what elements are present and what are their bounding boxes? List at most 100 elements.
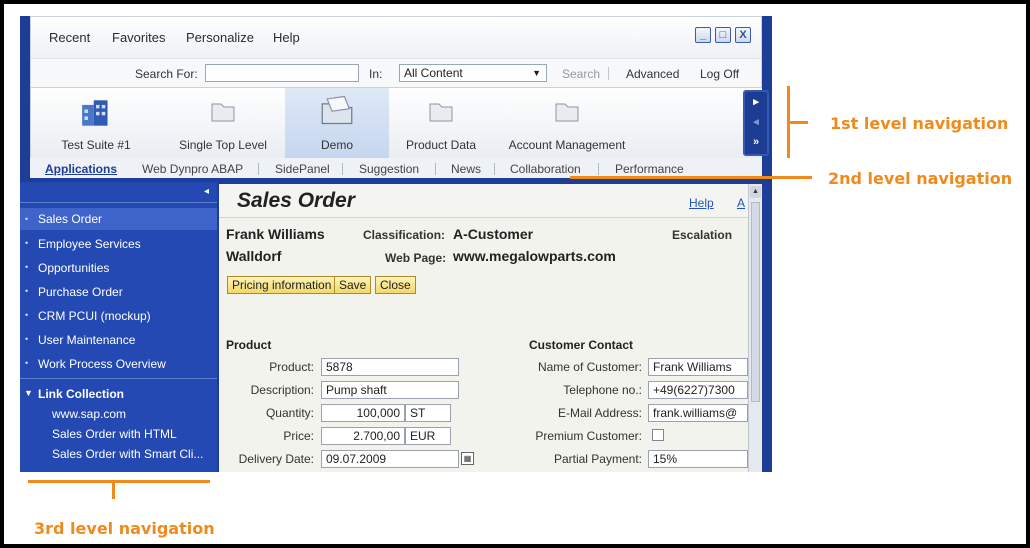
first-level-pointer [790,121,808,124]
collapse-nav-icon[interactable]: ◂ [204,186,209,197]
partial-payment-field[interactable]: 15% [648,450,748,468]
sidebar-item-purchase-order[interactable]: Purchase Order [25,285,123,299]
search-input[interactable] [205,64,359,82]
link-sales-order-html[interactable]: Sales Order with HTML [52,427,177,441]
partial-payment-label: Partial Payment: [553,452,642,466]
premium-customer-checkbox[interactable] [652,429,664,441]
third-level-bracket [28,480,210,483]
scrollbar-thumb[interactable] [751,202,760,402]
link-sap-com[interactable]: www.sap.com [52,407,126,421]
price-field[interactable]: 2.700,00 [321,427,405,445]
portal-window: Recent Favorites Personalize Help _ □ X … [20,16,772,472]
tab-suggestion[interactable]: Suggestion [359,162,419,176]
maximize-icon[interactable]: □ [715,27,731,43]
minimize-icon[interactable]: _ [695,27,711,43]
sidebar-item-employee-services[interactable]: Employee Services [25,237,141,251]
open-folder-icon [321,95,353,125]
customer-name-field[interactable]: Frank Williams [648,358,748,376]
close-icon[interactable]: X [735,27,751,43]
quantity-field[interactable]: 100,000 [321,404,405,422]
scroll-prev-icon[interactable]: ◂ [745,112,767,132]
logoff-link[interactable]: Log Off [700,67,739,81]
sidebar-item-crm-pcui[interactable]: CRM PCUI (mockup) [25,309,151,323]
search-label: Search For: [135,67,198,81]
tab-applications[interactable]: Applications [45,162,117,176]
search-link[interactable]: Search [562,67,600,81]
page-header: Sales Order Help A [219,184,748,218]
description-field[interactable]: Pump shaft [321,381,459,399]
tab-test-suite[interactable]: Test Suite #1 [31,88,161,158]
sidebar-item-user-maintenance[interactable]: User Maintenance [25,333,135,347]
third-level-pointer [112,482,115,499]
menu-help[interactable]: Help [273,30,300,45]
scroll-next-icon[interactable]: ▸ [745,92,767,112]
classification-label: Classification: [363,228,446,242]
third-level-navigation: ◂ Sales Order Employee Services Opportun… [20,182,217,472]
tab-account-management[interactable]: Account Management [493,88,641,158]
telephone-label: Telephone no.: [563,383,642,397]
tab-news[interactable]: News [451,162,481,176]
second-level-pointer [570,176,812,179]
delivery-date-field[interactable]: 09.07.2009 [321,450,459,468]
first-level-scroll-controls: ▸ ◂ » [743,90,769,156]
scroll-up-icon[interactable]: ▲ [750,186,761,198]
tab-product-data[interactable]: Product Data [389,88,493,158]
sidebar-item-sales-order[interactable]: Sales Order [20,208,217,230]
tab-performance[interactable]: Performance [615,162,684,176]
tab-single-top-level[interactable]: Single Top Level [161,88,285,158]
email-label: E-Mail Address: [557,406,642,420]
menu-recent[interactable]: Recent [49,30,90,45]
chevron-down-icon: ▼ [532,68,541,78]
sales-order-content: Sales Order Help A Frank Williams Walldo… [219,184,748,472]
product-field[interactable]: 5878 [321,358,459,376]
calendar-icon[interactable]: ▦ [461,452,474,465]
save-button[interactable]: Save [334,276,372,294]
first-level-annotation: 1st level navigation [830,114,1009,133]
page-title: Sales Order [237,189,355,212]
pricing-information-button[interactable]: Pricing information [227,276,337,294]
tab-label: Product Data [405,138,477,152]
divider [20,378,217,379]
customer-name: Frank Williams [226,226,325,242]
tab-sidepanel[interactable]: SidePanel [275,162,330,176]
third-level-annotation: 3rd level navigation [34,519,215,538]
tab-demo[interactable]: Demo [285,88,389,158]
currency-field[interactable]: EUR [405,427,451,445]
divider [608,67,609,80]
menu-bar: Recent Favorites Personalize Help _ □ X [30,16,762,58]
webpage-value[interactable]: www.megalowparts.com [453,248,616,264]
divider [258,163,259,175]
more-tabs-icon[interactable]: » [745,132,767,152]
help-link[interactable]: Help [689,196,714,210]
tab-web-dynpro-abap[interactable]: Web Dynpro ABAP [142,162,243,176]
help-link-a[interactable]: A [737,196,745,210]
menu-favorites[interactable]: Favorites [112,30,165,45]
webpage-label: Web Page: [385,251,447,265]
product-section-title: Product [226,338,272,352]
close-button[interactable]: Close [375,276,416,294]
customer-city: Walldorf [226,248,282,264]
email-field[interactable]: frank.williams@ [648,404,748,422]
screenshot-canvas: Recent Favorites Personalize Help _ □ X … [4,4,1026,544]
folder-icon [429,103,453,122]
advanced-link[interactable]: Advanced [626,67,679,81]
search-scope-select[interactable]: All Content ▼ [399,64,547,82]
vertical-scrollbar[interactable]: ▲ [748,184,762,472]
tab-label: Demo [320,138,353,152]
product-label: Product: [269,360,314,374]
sidebar-item-opportunities[interactable]: Opportunities [25,261,109,275]
menu-personalize[interactable]: Personalize [186,30,254,45]
sidebar-item-work-process-overview[interactable]: Work Process Overview [25,357,166,371]
link-collection-header[interactable]: Link Collection [24,387,124,401]
price-label: Price: [283,429,314,443]
escalation-label: Escalation [672,228,733,242]
delivery-date-label: Delivery Date: [238,452,314,466]
quantity-unit-field[interactable]: ST [405,404,451,422]
first-level-navigation: Test Suite #1 Single Top Level Demo Prod… [30,88,769,158]
tab-collaboration[interactable]: Collaboration [510,162,581,176]
telephone-field[interactable]: +49(6227)7300 [648,381,748,399]
customer-contact-section-title: Customer Contact [529,338,634,352]
divider [435,163,436,175]
link-sales-order-smart-client[interactable]: Sales Order with Smart Cli... [52,447,203,461]
divider [342,163,343,175]
